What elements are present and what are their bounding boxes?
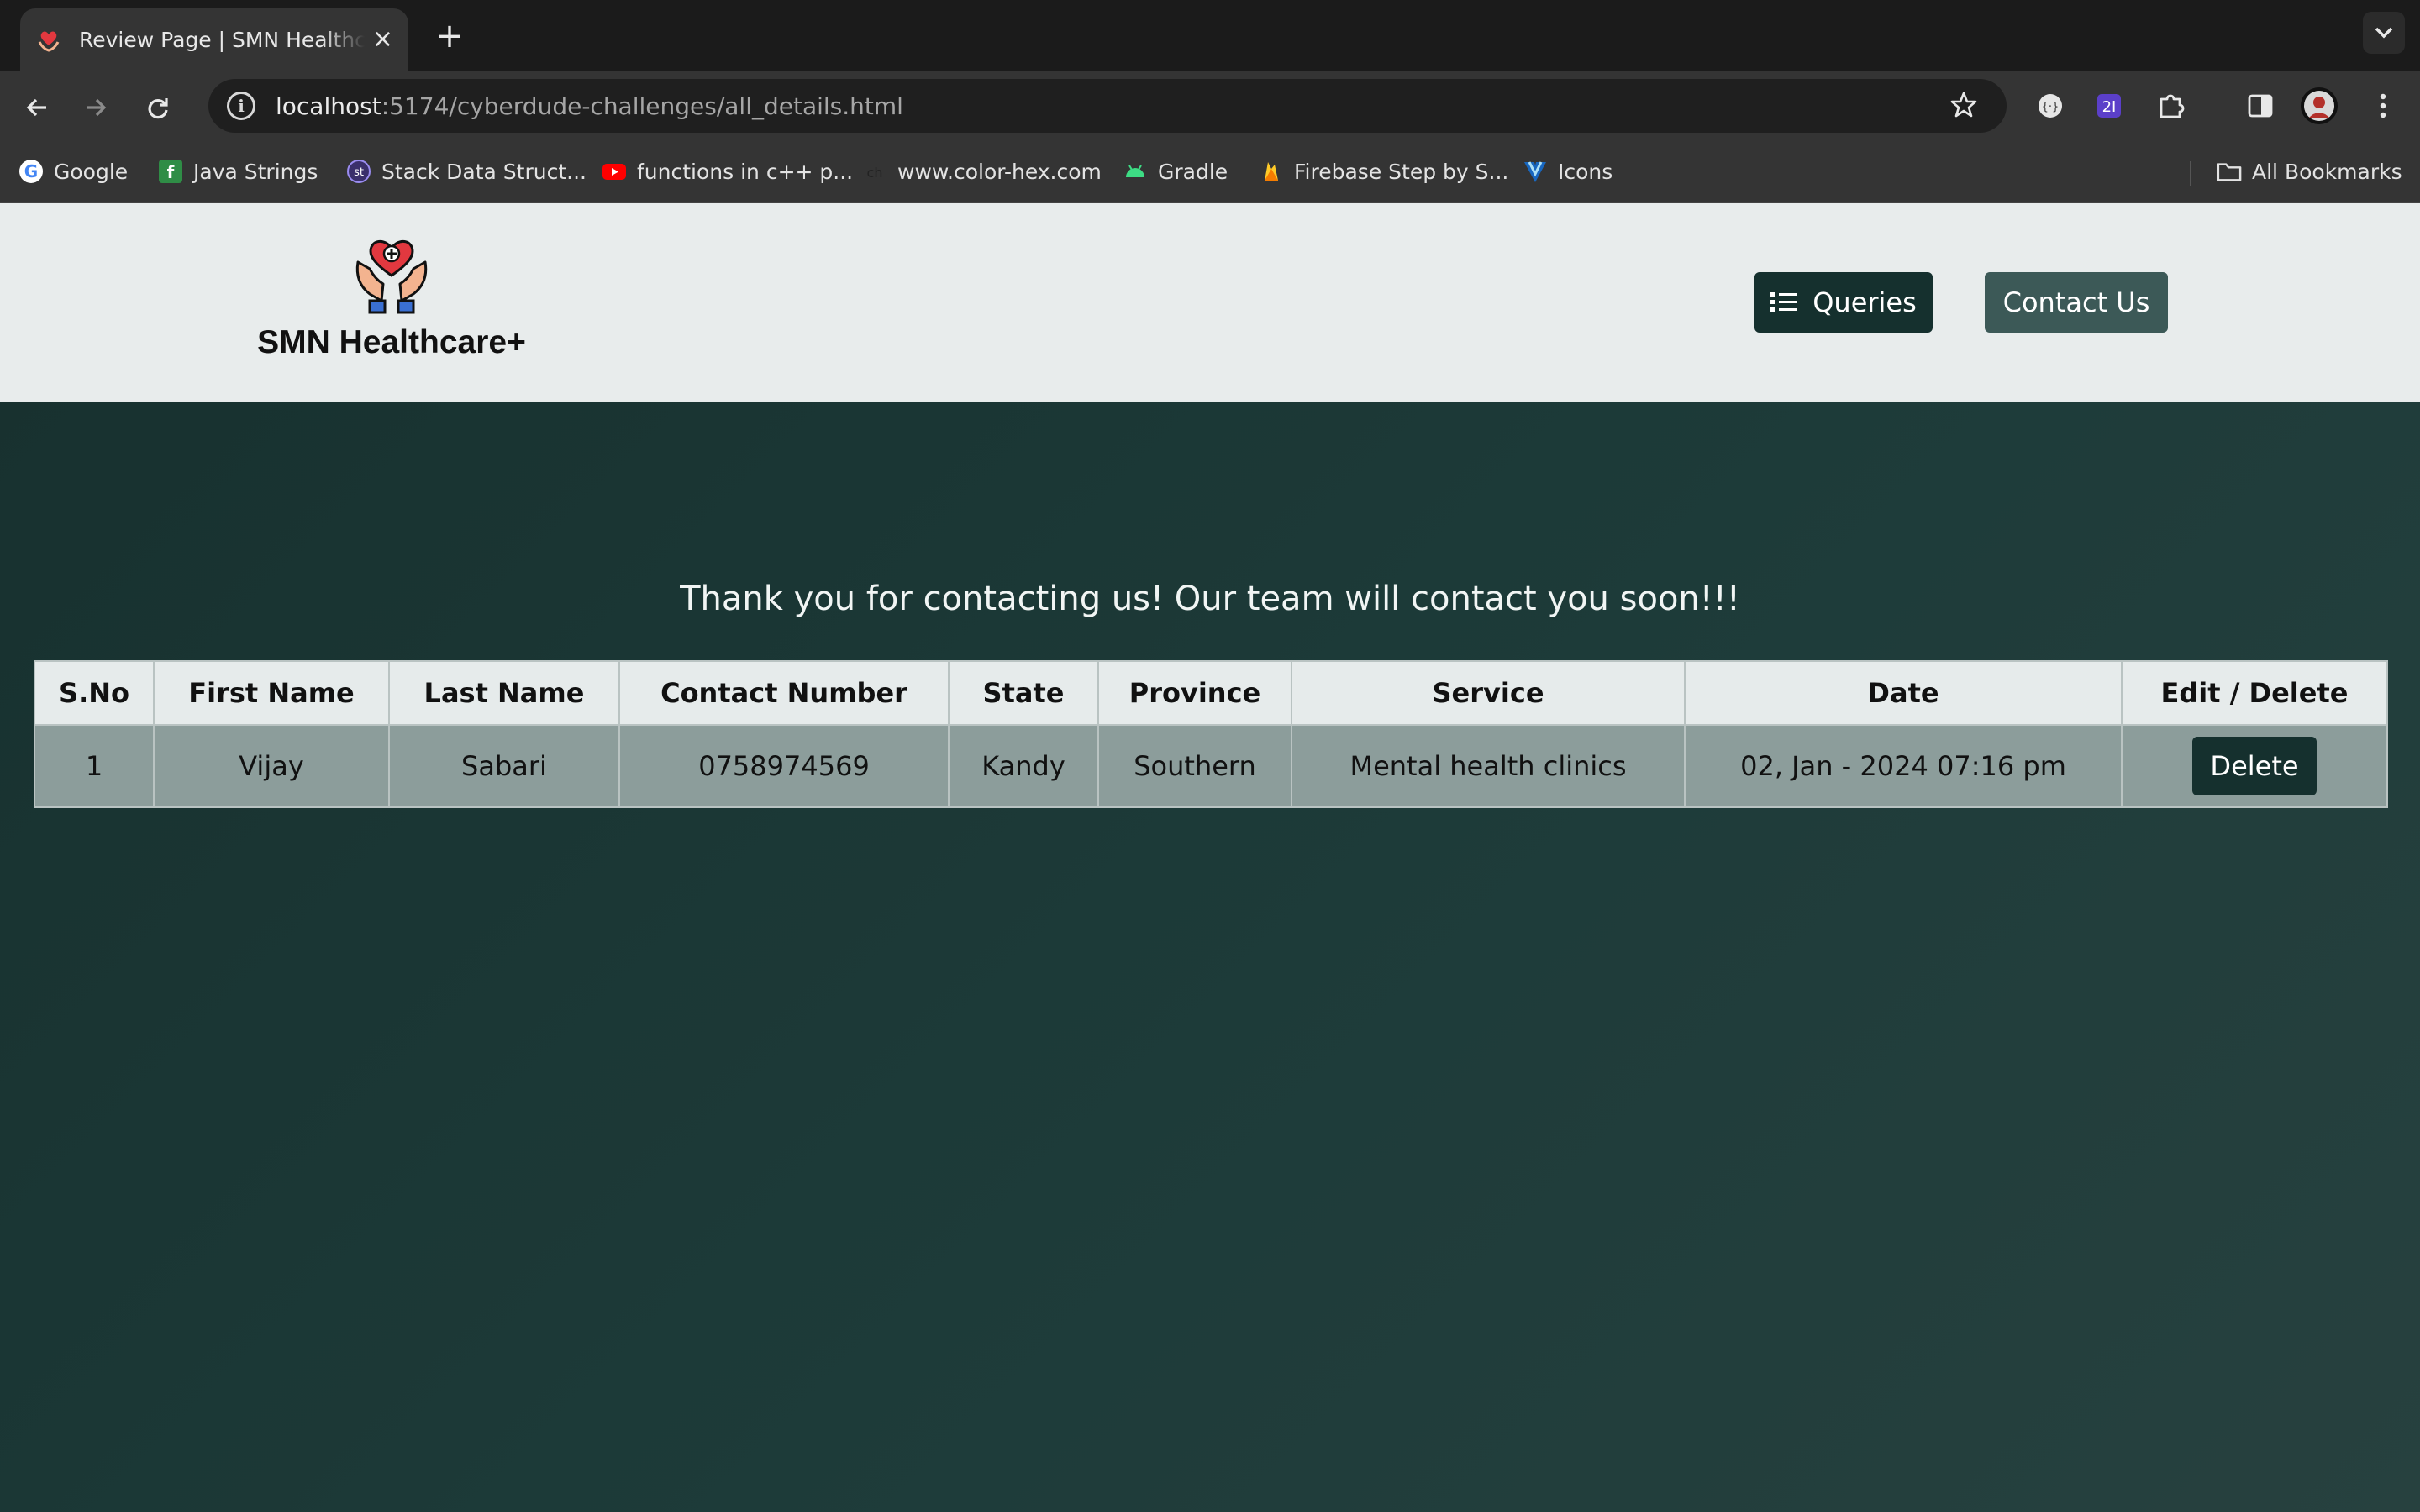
svg-text:{·}: {·} bbox=[2042, 101, 2060, 113]
tab-title: Review Page | SMN Healthcare+ bbox=[79, 27, 365, 52]
cell-service: Mental health clinics bbox=[1291, 724, 1686, 808]
extension-translate-icon[interactable]: 2I bbox=[2089, 86, 2129, 126]
brand-logo[interactable]: SMN Healthcare+ bbox=[252, 234, 531, 361]
table-row: 1 Vijay Sabari 0758974569 Kandy Southern… bbox=[34, 724, 2388, 808]
cell-actions: Delete bbox=[2121, 724, 2388, 808]
column-header: Contact Number bbox=[618, 660, 950, 726]
profile-avatar[interactable] bbox=[2299, 86, 2339, 126]
browser-menu-icon[interactable] bbox=[2363, 86, 2403, 126]
bookmarks-bar: G Google f Java Strings st Stack Data St… bbox=[0, 141, 2420, 203]
column-header: Last Name bbox=[388, 660, 620, 726]
browser-toolbar: i localhost:5174/cyberdude-challenges/al… bbox=[0, 71, 2420, 141]
vuetify-icon bbox=[1523, 159, 1548, 184]
android-icon bbox=[1123, 159, 1148, 184]
bookmark-stack[interactable]: st Stack Data Struct... bbox=[346, 153, 587, 190]
column-header: Edit / Delete bbox=[2121, 660, 2388, 726]
bookmark-firebase[interactable]: Firebase Step by S... bbox=[1259, 153, 1508, 190]
svg-text:G: G bbox=[24, 161, 38, 181]
bookmark-color-hex[interactable]: ch www.color-hex.com bbox=[862, 153, 1102, 190]
back-arrow-icon[interactable] bbox=[17, 87, 57, 128]
svg-text:ch: ch bbox=[867, 165, 883, 181]
bookmark-star-icon[interactable] bbox=[1949, 91, 1978, 123]
svg-text:2I: 2I bbox=[2102, 98, 2117, 116]
queries-button[interactable]: Queries bbox=[1754, 272, 1933, 333]
svg-text:f: f bbox=[167, 162, 175, 182]
svg-text:st: st bbox=[354, 166, 364, 179]
site-header: SMN Healthcare+ Queries Contact Us bbox=[0, 203, 2420, 402]
bookmark-java-strings[interactable]: f Java Strings bbox=[158, 153, 318, 190]
bookmark-icons[interactable]: Icons bbox=[1523, 153, 1612, 190]
column-header: First Name bbox=[153, 660, 390, 726]
firebase-icon bbox=[1259, 159, 1284, 184]
cell-first-name: Vijay bbox=[153, 724, 390, 808]
forward-arrow-icon[interactable] bbox=[76, 87, 116, 128]
url-text: localhost:5174/cyberdude-challenges/all_… bbox=[276, 92, 903, 120]
page-content: SMN Healthcare+ Queries Contact Us Thank… bbox=[0, 203, 2420, 1512]
column-header: Date bbox=[1684, 660, 2123, 726]
brand-name: SMN Healthcare+ bbox=[257, 324, 526, 360]
cell-province: Southern bbox=[1097, 724, 1292, 808]
stack-icon: st bbox=[346, 159, 371, 184]
tab-search-chevron-icon[interactable] bbox=[2363, 12, 2405, 54]
healthcare-favicon-icon bbox=[35, 26, 62, 53]
tab-close-icon[interactable]: × bbox=[372, 27, 393, 52]
browser-tab-active[interactable]: Review Page | SMN Healthcare+ × bbox=[20, 8, 408, 71]
site-info-icon[interactable]: i bbox=[227, 92, 255, 120]
browser-tab-strip: Review Page | SMN Healthcare+ × + bbox=[0, 0, 2420, 71]
side-panel-icon[interactable] bbox=[2240, 86, 2281, 126]
contact-us-button[interactable]: Contact Us bbox=[1985, 272, 2168, 333]
java-strings-icon: f bbox=[158, 159, 183, 184]
youtube-icon bbox=[602, 159, 627, 184]
extension-cookie-icon[interactable]: {·} bbox=[2030, 86, 2070, 126]
cell-sno: 1 bbox=[34, 724, 155, 808]
list-icon bbox=[1770, 292, 1798, 312]
table-header-row: S.No First Name Last Name Contact Number… bbox=[34, 660, 2388, 726]
confirmation-message: Thank you for contacting us! Our team wi… bbox=[680, 580, 1740, 618]
new-tab-button[interactable]: + bbox=[429, 15, 471, 57]
cell-contact-number: 0758974569 bbox=[618, 724, 950, 808]
submissions-table: S.No First Name Last Name Contact Number… bbox=[34, 660, 2388, 808]
healthcare-hands-heart-icon bbox=[355, 239, 428, 314]
reload-icon[interactable] bbox=[138, 87, 178, 128]
folder-icon bbox=[2217, 159, 2242, 184]
column-header: State bbox=[948, 660, 1099, 726]
column-header: Service bbox=[1291, 660, 1686, 726]
bookmark-functions[interactable]: functions in c++ p... bbox=[602, 153, 853, 190]
extensions-puzzle-icon[interactable] bbox=[2151, 86, 2191, 126]
column-header: Province bbox=[1097, 660, 1292, 726]
queries-label: Queries bbox=[1812, 286, 1917, 318]
bookmark-separator bbox=[2190, 161, 2191, 186]
address-bar[interactable]: i localhost:5174/cyberdude-challenges/al… bbox=[208, 79, 2007, 133]
color-hex-icon: ch bbox=[862, 159, 887, 184]
google-icon: G bbox=[18, 159, 44, 184]
cell-state: Kandy bbox=[948, 724, 1099, 808]
cell-date: 02, Jan - 2024 07:16 pm bbox=[1684, 724, 2123, 808]
cell-last-name: Sabari bbox=[388, 724, 620, 808]
all-bookmarks-button[interactable]: All Bookmarks bbox=[2217, 153, 2402, 190]
delete-button[interactable]: Delete bbox=[2192, 737, 2317, 795]
column-header: S.No bbox=[34, 660, 155, 726]
bookmark-gradle[interactable]: Gradle bbox=[1123, 153, 1228, 190]
bookmark-google[interactable]: G Google bbox=[18, 153, 128, 190]
